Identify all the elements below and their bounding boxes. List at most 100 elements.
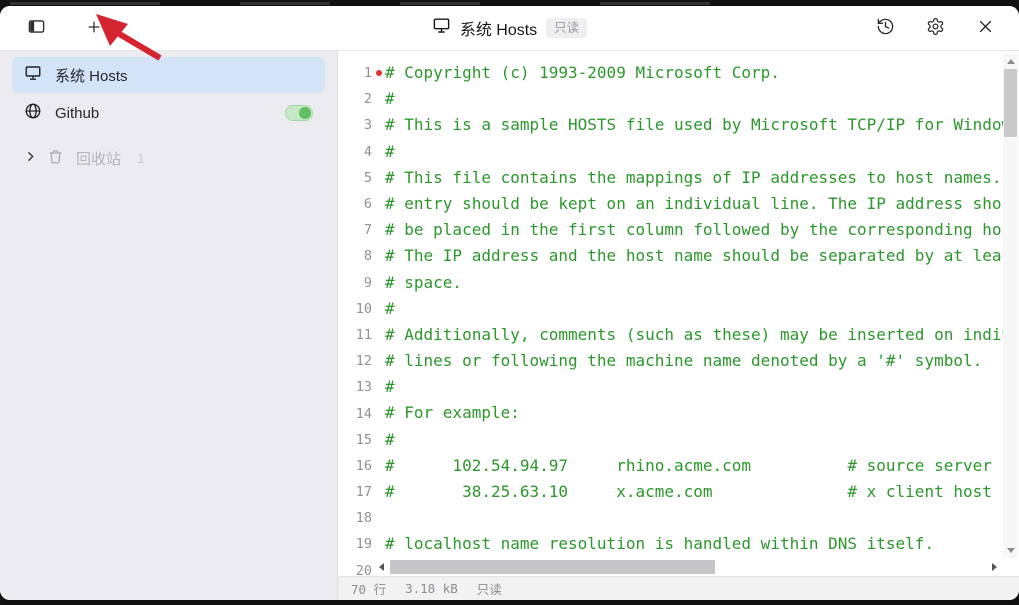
scroll-down-arrow[interactable] <box>1003 543 1018 558</box>
editor-line[interactable]: 1 # Copyright (c) 1993-2009 Microsoft Cor… <box>338 60 1003 86</box>
sidebar-item-github[interactable]: Github <box>12 95 325 131</box>
sidebar-item-label: 系统 Hosts <box>55 65 128 86</box>
close-icon <box>977 18 994 38</box>
code-text: # <box>385 139 395 165</box>
sidebar: 系统 Hosts Github <box>0 51 338 600</box>
statusbar-line-count: 70 行 <box>351 579 386 598</box>
statusbar-file-size: 3.18 kB <box>405 581 458 596</box>
titlebar-right-actions <box>873 16 997 40</box>
code-text: # The IP address and the host name shoul… <box>385 243 1003 269</box>
code-text: # This file contains the mappings of IP … <box>385 165 1003 191</box>
sidebar-item-trash[interactable]: 回收站 1 <box>12 140 325 176</box>
line-number: 1 <box>338 65 372 81</box>
hosts-enabled-toggle[interactable] <box>285 105 313 121</box>
background-artifact <box>240 2 330 5</box>
editor-line[interactable]: 8 # The IP address and the host name shou… <box>338 243 1003 269</box>
statusbar-readonly: 只读 <box>477 579 502 598</box>
horizontal-scrollbar-thumb[interactable] <box>390 560 715 574</box>
hosts-editor[interactable]: 1 # Copyright (c) 1993-2009 Microsoft Cor… <box>338 51 1019 576</box>
code-text: # Additionally, comments (such as these)… <box>385 322 1003 348</box>
vertical-scrollbar[interactable] <box>1003 54 1018 558</box>
editor-line[interactable]: 9 # space. <box>338 270 1003 296</box>
sidebar-item-system-hosts[interactable]: 系统 Hosts <box>12 57 325 93</box>
code-text: # <box>385 427 395 453</box>
background-artifact <box>600 2 710 5</box>
editor-lines: 1 # Copyright (c) 1993-2009 Microsoft Cor… <box>338 60 1003 576</box>
panel-toggle-icon <box>27 17 46 39</box>
horizontal-scrollbar[interactable] <box>374 559 1001 575</box>
history-icon <box>876 17 895 39</box>
titlebar[interactable]: 系统 Hosts 只读 <box>0 6 1019 51</box>
scroll-right-arrow[interactable] <box>987 559 1001 575</box>
chevron-right-icon[interactable] <box>24 150 37 167</box>
add-hosts-button[interactable] <box>82 16 106 40</box>
line-number: 8 <box>338 248 372 264</box>
readonly-badge: 只读 <box>546 18 587 38</box>
scroll-left-arrow[interactable] <box>374 559 388 575</box>
background-artifact <box>10 2 160 5</box>
line-number: 10 <box>338 301 372 317</box>
vertical-scrollbar-thumb[interactable] <box>1004 69 1017 137</box>
red-dot-icon <box>376 70 382 76</box>
history-button[interactable] <box>873 16 897 40</box>
modified-line-marker <box>372 70 385 76</box>
line-number: 15 <box>338 432 372 448</box>
statusbar: 70 行 3.18 kB 只读 <box>338 576 1019 600</box>
toggle-sidebar-button[interactable] <box>24 16 48 40</box>
editor-line[interactable]: 12# lines or following the machine name … <box>338 348 1003 374</box>
gear-icon <box>926 17 945 39</box>
editor-line[interactable]: 19 # localhost name resolution is handled… <box>338 531 1003 557</box>
code-text: # Copyright (c) 1993-2009 Microsoft Corp… <box>385 60 780 86</box>
line-number: 20 <box>338 563 372 576</box>
line-number: 14 <box>338 406 372 422</box>
editor-line[interactable]: 3 # This is a sample HOSTS file used by M… <box>338 112 1003 138</box>
main-panel: 1 # Copyright (c) 1993-2009 Microsoft Cor… <box>338 51 1019 600</box>
line-number: 6 <box>338 196 372 212</box>
editor-line[interactable]: 5 # This file contains the mappings of IP… <box>338 165 1003 191</box>
editor-line[interactable]: 2# <box>338 86 1003 112</box>
code-text: # space. <box>385 270 462 296</box>
editor-line[interactable]: 17# 38.25.63.10 x.acme.com # x client ho… <box>338 479 1003 505</box>
titlebar-left-actions <box>24 16 106 40</box>
editor-line[interactable]: 13# <box>338 374 1003 400</box>
editor-line[interactable]: 10 # <box>338 296 1003 322</box>
line-number: 3 <box>338 117 372 133</box>
titlebar-title-group: 系统 Hosts 只读 <box>432 16 587 40</box>
line-number: 9 <box>338 275 372 291</box>
editor-line[interactable]: 4# <box>338 139 1003 165</box>
app-window: 系统 Hosts 只读 <box>0 6 1019 600</box>
editor-line[interactable]: 18 <box>338 505 1003 531</box>
settings-button[interactable] <box>923 16 947 40</box>
trash-icon <box>47 148 64 169</box>
code-text: # <box>385 296 395 322</box>
editor-line[interactable]: 16 # 102.54.94.97 rhino.acme.com # source… <box>338 453 1003 479</box>
window-body: 系统 Hosts Github <box>0 51 1019 600</box>
line-number: 7 <box>338 222 372 238</box>
line-number: 18 <box>338 510 372 526</box>
line-number: 4 <box>338 144 372 160</box>
trash-count-badge: 1 <box>137 150 145 166</box>
line-number: 5 <box>338 170 372 186</box>
line-number: 19 <box>338 536 372 552</box>
line-number: 17 <box>338 484 372 500</box>
code-text: # localhost name resolution is handled w… <box>385 531 934 557</box>
line-number: 16 <box>338 458 372 474</box>
close-button[interactable] <box>973 16 997 40</box>
toggle-knob <box>299 107 311 119</box>
editor-line[interactable]: 7# be placed in the first column followe… <box>338 217 1003 243</box>
editor-line[interactable]: 11 # Additionally, comments (such as thes… <box>338 322 1003 348</box>
scroll-up-arrow[interactable] <box>1003 54 1018 69</box>
line-number: 13 <box>338 379 372 395</box>
editor-line[interactable]: 15 # <box>338 427 1003 453</box>
code-text: # This is a sample HOSTS file used by Mi… <box>385 112 1003 138</box>
code-text: # entry should be kept on an individual … <box>385 191 1003 217</box>
monitor-icon <box>24 64 42 86</box>
editor-line[interactable]: 14 # For example: <box>338 400 1003 426</box>
code-text: # For example: <box>385 400 520 426</box>
globe-icon <box>24 102 42 124</box>
line-number: 12 <box>338 353 372 369</box>
code-text: # 102.54.94.97 rhino.acme.com # source s… <box>385 453 992 479</box>
code-text: # <box>385 86 395 112</box>
editor-line[interactable]: 6 # entry should be kept on an individual… <box>338 191 1003 217</box>
line-number: 11 <box>338 327 372 343</box>
